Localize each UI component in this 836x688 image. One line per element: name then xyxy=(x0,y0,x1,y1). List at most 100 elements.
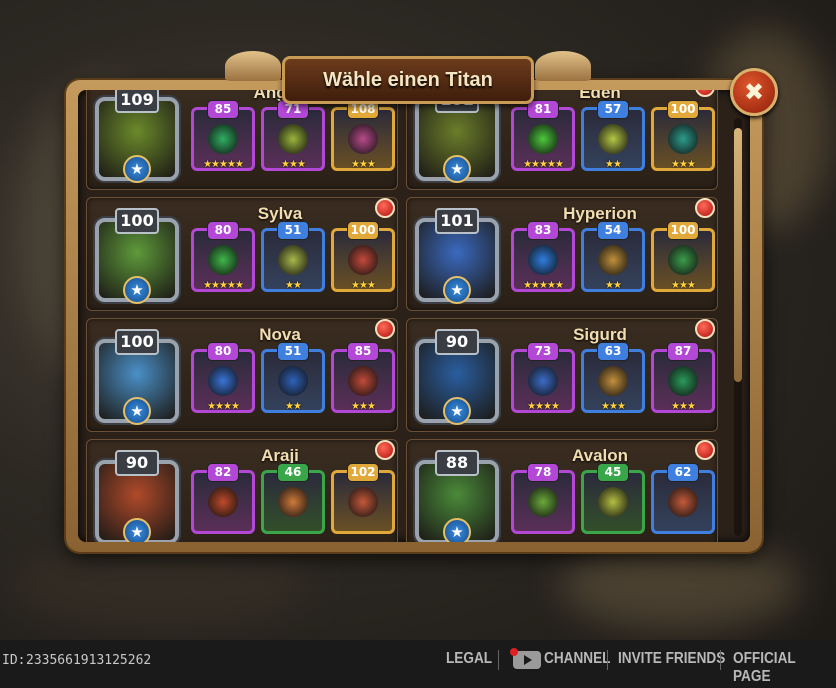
artifact-icon xyxy=(208,487,238,517)
artifact-stars: ★★ xyxy=(605,159,622,170)
notification-dot-icon xyxy=(375,198,395,218)
artifact-slot[interactable]: 83 ★★★★★ xyxy=(511,221,575,292)
titan-card[interactable]: Hyperion 101 ★ 83 ★★★★★ 54 ★★ 100 ★★★ xyxy=(406,197,718,311)
notification-dot-icon xyxy=(375,440,395,460)
artifact-stars: ★★★★★ xyxy=(523,280,564,291)
artifact-stars: ★★★ xyxy=(601,401,626,412)
artifact-stars: ★★★★ xyxy=(207,401,240,412)
artifact-stars: ★★★★★ xyxy=(523,159,564,170)
artifact-slot[interactable]: 85 ★★★★★ xyxy=(191,100,255,171)
artifact-slot[interactable]: 57 ★★ xyxy=(581,100,645,171)
artifact-slot[interactable]: 100 ★★★ xyxy=(651,100,715,171)
artifact-slot[interactable]: 51 ★★ xyxy=(261,221,325,292)
artifact-slot[interactable]: 46 xyxy=(261,463,325,534)
artifact-slot[interactable]: 100 ★★★ xyxy=(651,221,715,292)
artifact-level: 102 xyxy=(347,463,379,482)
star-icon: ★ xyxy=(443,155,471,183)
titan-card[interactable]: Sylva 100 ★ 80 ★★★★★ 51 ★★ 100 ★★★ xyxy=(86,197,398,311)
titan-card[interactable]: Angus 109 ★ 85 ★★★★★ 71 ★★★ 108 ★★★ xyxy=(86,90,398,190)
titan-card[interactable]: Sigurd 90 ★ 73 ★★★★ 63 ★★★ 87 ★★★ xyxy=(406,318,718,432)
artifact-icon xyxy=(598,487,628,517)
artifact-slot[interactable]: 73 ★★★★ xyxy=(511,342,575,413)
invite-friends-link[interactable]: INVITE FRIENDS xyxy=(618,650,725,668)
artifact-icon xyxy=(598,124,628,154)
artifact-slot[interactable]: 102 xyxy=(331,463,395,534)
artifact-slot[interactable]: 51 ★★ xyxy=(261,342,325,413)
artifact-icon xyxy=(208,366,238,396)
legal-link[interactable]: LEGAL xyxy=(446,650,492,668)
artifact-slot[interactable]: 80 ★★★★★ xyxy=(191,221,255,292)
footer-divider xyxy=(607,650,608,670)
artifact-level: 85 xyxy=(207,100,239,119)
star-icon: ★ xyxy=(443,397,471,425)
close-button[interactable]: ✖ xyxy=(730,68,778,116)
player-id-label: ID: xyxy=(2,653,26,668)
artifact-level: 62 xyxy=(667,463,699,482)
artifact-stars: ★★★ xyxy=(351,401,376,412)
artifact-slot[interactable]: 81 ★★★★★ xyxy=(511,100,575,171)
artifact-level: 83 xyxy=(527,221,559,240)
artifact-slot[interactable]: 82 xyxy=(191,463,255,534)
scrollbar[interactable] xyxy=(734,118,742,536)
star-icon: ★ xyxy=(123,155,151,183)
titan-card[interactable]: Araji 90 ★ 82 46 102 xyxy=(86,439,398,542)
artifact-level: 54 xyxy=(597,221,629,240)
artifact-slot[interactable]: 78 xyxy=(511,463,575,534)
artifact-icon xyxy=(598,366,628,396)
artifact-icon xyxy=(208,124,238,154)
titan-level-badge: 101 xyxy=(435,208,479,234)
artifact-slot[interactable]: 85 ★★★ xyxy=(331,342,395,413)
titan-card[interactable]: Avalon 88 ★ 78 45 62 xyxy=(406,439,718,542)
artifact-level: 78 xyxy=(527,463,559,482)
channel-link[interactable]: CHANNEL xyxy=(544,650,610,668)
artifact-stars: ★★★ xyxy=(671,401,696,412)
artifact-level: 51 xyxy=(277,342,309,361)
star-icon: ★ xyxy=(123,276,151,304)
titan-level-badge: 100 xyxy=(115,208,159,234)
artifact-slot[interactable]: 87 ★★★ xyxy=(651,342,715,413)
star-icon: ★ xyxy=(443,276,471,304)
artifact-slot[interactable]: 100 ★★★ xyxy=(331,221,395,292)
artifact-slot[interactable]: 62 xyxy=(651,463,715,534)
footer-divider xyxy=(720,650,721,670)
official-page-link[interactable]: OFFICIAL PAGE xyxy=(733,650,821,686)
artifact-icon xyxy=(278,366,308,396)
scrollbar-thumb[interactable] xyxy=(734,128,742,382)
artifact-stars: ★★★ xyxy=(281,159,306,170)
artifact-level: 100 xyxy=(667,221,699,240)
titan-level-badge: 109 xyxy=(115,90,159,113)
titan-card[interactable]: Nova 100 ★ 80 ★★★★ 51 ★★ 85 ★★★ xyxy=(86,318,398,432)
artifact-slot[interactable]: 63 ★★★ xyxy=(581,342,645,413)
artifact-icon xyxy=(668,124,698,154)
artifact-slot[interactable]: 71 ★★★ xyxy=(261,100,325,171)
notification-dot-icon xyxy=(375,319,395,339)
artifact-slot[interactable]: 45 xyxy=(581,463,645,534)
artifact-stars: ★★★★★ xyxy=(203,280,244,291)
artifact-icon xyxy=(528,487,558,517)
titan-list-panel: Angus109★85★★★★★71★★★108★★★Eden101★81★★★… xyxy=(78,90,750,542)
artifact-icon xyxy=(598,245,628,275)
notification-dot-icon xyxy=(695,319,715,339)
artifact-icon xyxy=(208,245,238,275)
artifact-level: 57 xyxy=(597,100,629,119)
artifact-stars: ★★ xyxy=(605,280,622,291)
right-wing-icon xyxy=(535,51,591,81)
artifact-stars: ★★★★★ xyxy=(203,159,244,170)
youtube-icon[interactable] xyxy=(510,648,541,669)
artifact-level: 100 xyxy=(667,100,699,119)
titan-level-badge: 100 xyxy=(115,329,159,355)
artifact-slot[interactable]: 80 ★★★★ xyxy=(191,342,255,413)
artifact-stars: ★★ xyxy=(285,401,302,412)
artifact-stars: ★★★ xyxy=(671,159,696,170)
artifact-level: 51 xyxy=(277,221,309,240)
artifact-slot[interactable]: 108 ★★★ xyxy=(331,100,395,171)
artifact-icon xyxy=(278,245,308,275)
artifact-stars: ★★★★ xyxy=(527,401,560,412)
titan-card[interactable]: Eden101★81★★★★★57★★100★★★ xyxy=(406,90,718,190)
artifact-level: 73 xyxy=(527,342,559,361)
artifact-level: 45 xyxy=(597,463,629,482)
artifact-slot[interactable]: 54 ★★ xyxy=(581,221,645,292)
artifact-icon xyxy=(668,487,698,517)
artifact-icon xyxy=(348,124,378,154)
left-wing-icon xyxy=(225,51,281,81)
